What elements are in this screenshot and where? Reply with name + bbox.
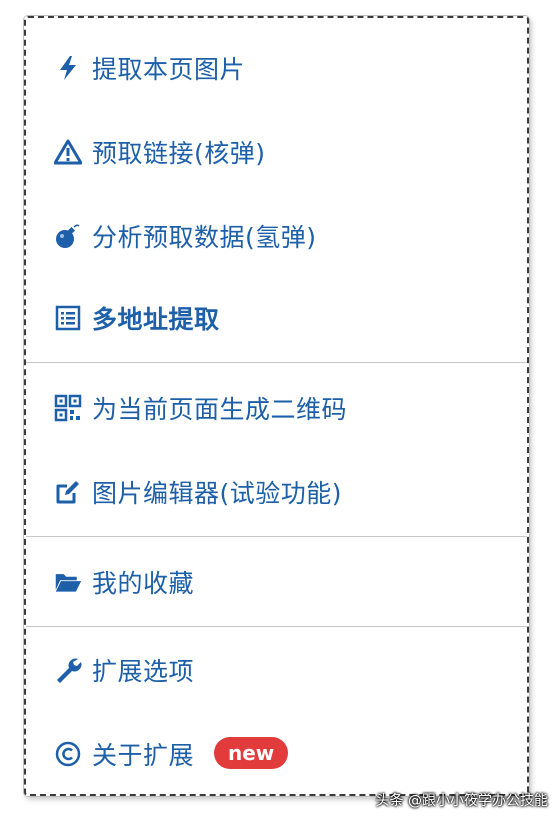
- menu-item-label: 多地址提取: [92, 305, 220, 334]
- list-icon: [54, 304, 82, 332]
- menu-item-label: 图片编辑器(试验功能): [92, 479, 343, 508]
- menu-item-label: 分析预取数据(氢弹): [92, 223, 317, 252]
- menu-item-label: 提取本页图片: [92, 55, 246, 84]
- watermark: 头条 @跟小小筱学办公技能: [375, 793, 548, 809]
- extension-context-menu: 提取本页图片 预取链接(核弹) 分析预取数据(氢弹) 多地址提取 为当前页面生成…: [24, 16, 529, 796]
- menu-divider: [26, 536, 527, 537]
- menu-item-image-editor[interactable]: 图片编辑器(试验功能): [26, 466, 527, 518]
- menu-item-my-favorites[interactable]: 我的收藏: [26, 556, 527, 608]
- menu-item-label: 为当前页面生成二维码: [92, 395, 348, 424]
- menu-item-label: 扩展选项: [92, 657, 195, 686]
- menu-item-extension-options[interactable]: 扩展选项: [26, 644, 527, 696]
- new-badge: new: [214, 737, 289, 769]
- menu-item-label: 预取链接(核弹): [92, 139, 266, 168]
- warning-triangle-icon: [54, 138, 82, 166]
- page: 提取本页图片 预取链接(核弹) 分析预取数据(氢弹) 多地址提取 为当前页面生成…: [0, 0, 560, 818]
- bomb-icon: [54, 222, 82, 250]
- menu-item-generate-qrcode[interactable]: 为当前页面生成二维码: [26, 382, 527, 434]
- menu-item-about-extension[interactable]: 关于扩展 new: [26, 728, 527, 780]
- menu-item-label: 我的收藏: [92, 569, 195, 598]
- menu-divider: [26, 626, 527, 627]
- copyright-icon: [54, 740, 82, 768]
- wrench-icon: [54, 656, 82, 684]
- menu-divider: [26, 362, 527, 363]
- menu-item-multi-address-extract[interactable]: 多地址提取: [26, 292, 527, 344]
- menu-item-extract-page-images[interactable]: 提取本页图片: [26, 42, 527, 94]
- edit-icon: [54, 478, 82, 506]
- menu-item-prefetch-links[interactable]: 预取链接(核弹): [26, 126, 527, 178]
- menu-item-label: 关于扩展: [92, 741, 195, 770]
- lightning-icon: [54, 54, 82, 82]
- folder-open-icon: [54, 568, 82, 596]
- menu-item-analyze-prefetch-data[interactable]: 分析预取数据(氢弹): [26, 210, 527, 262]
- qrcode-icon: [54, 394, 82, 422]
